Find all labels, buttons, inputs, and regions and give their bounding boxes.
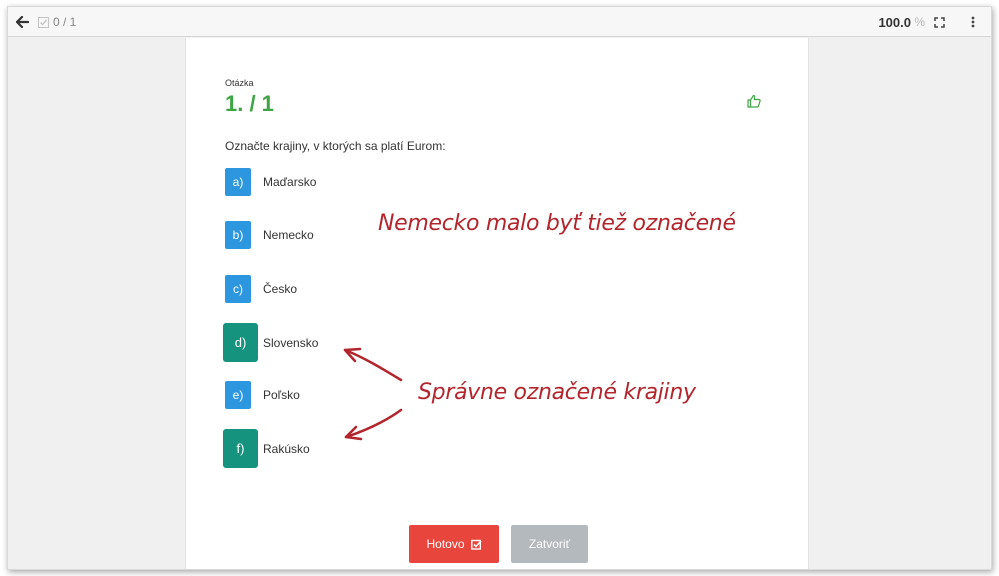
answer-option-f[interactable]: f) Rakúsko — [223, 429, 310, 468]
answer-text: Maďarsko — [263, 175, 317, 189]
quiz-page: Otázka 1. / 1 Označte krajiny, v ktorých… — [185, 38, 809, 569]
thumbs-up-icon[interactable] — [747, 94, 763, 110]
answer-option-d[interactable]: d) Slovensko — [223, 323, 319, 362]
more-vert-icon[interactable] — [967, 7, 979, 37]
close-button[interactable]: Zatvoriť — [511, 525, 588, 563]
zoom-unit: % — [914, 15, 925, 29]
answer-letter: a) — [225, 168, 251, 196]
top-toolbar: 0 / 1 100.0 % — [8, 7, 991, 37]
answer-letter-selected: d) — [223, 323, 258, 362]
answer-letter-selected: f) — [223, 429, 258, 468]
answer-text: Poľsko — [263, 388, 300, 402]
question-text: Označte krajiny, v ktorých sa platí Euro… — [225, 139, 446, 153]
fullscreen-icon[interactable] — [931, 7, 947, 37]
question-counter: 0 / 1 — [53, 15, 77, 29]
answer-letter: b) — [225, 221, 251, 249]
done-button-label: Hotovo — [426, 537, 465, 551]
checkbox-icon — [470, 539, 482, 550]
answer-option-a[interactable]: a) Maďarsko — [225, 168, 316, 196]
done-button[interactable]: Hotovo — [409, 525, 499, 563]
answer-text: Česko — [263, 282, 298, 296]
question-number: 1. / 1 — [225, 91, 274, 116]
question-label: Otázka — [225, 78, 254, 88]
answer-option-e[interactable]: e) Poľsko — [225, 381, 300, 409]
check-icon — [36, 7, 50, 37]
annotation-missed: Nemecko malo byť tiež označené — [378, 211, 736, 236]
answer-text: Slovensko — [263, 335, 319, 350]
annotation-correct: Správne označené krajiny — [418, 380, 696, 405]
answer-option-c[interactable]: c) Česko — [225, 275, 297, 303]
answer-letter: e) — [225, 381, 251, 409]
arrow-left-icon[interactable] — [14, 7, 30, 37]
zoom-level[interactable]: 100.0 — [878, 7, 911, 37]
answer-text: Nemecko — [263, 228, 314, 242]
answer-letter: c) — [225, 275, 251, 303]
answer-option-b[interactable]: b) Nemecko — [225, 221, 314, 249]
answer-text: Rakúsko — [263, 441, 310, 456]
app-window: 0 / 1 100.0 % Otázka 1. / 1 Označte kraj… — [7, 6, 992, 570]
